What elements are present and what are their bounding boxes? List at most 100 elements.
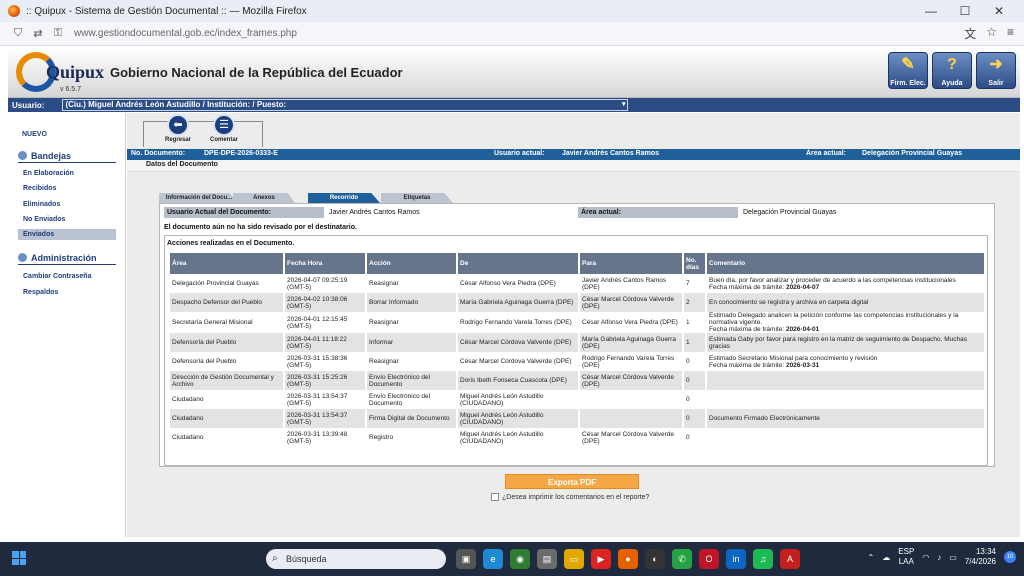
- opera-icon[interactable]: O: [699, 549, 719, 569]
- spotify-icon[interactable]: ♫: [753, 549, 773, 569]
- chrome-icon[interactable]: ◉: [510, 549, 530, 569]
- salir-label: Salir: [988, 80, 1004, 87]
- table-cell: Firma Digital de Documento: [367, 409, 456, 428]
- title-bar: :: Quipux - Sistema de Gestión Documenta…: [0, 0, 1024, 22]
- toolbar: ⬅ Regresar ☰ Comentar: [143, 114, 263, 147]
- gov-title: Gobierno Nacional de la República del Ec…: [110, 65, 403, 80]
- ayuda-button[interactable]: ? Ayuda: [932, 52, 972, 89]
- sidebar-item-cambiar-contrasena[interactable]: Cambiar Contraseña: [23, 273, 91, 280]
- table-cell: 2026-03-31 15:38:36 (GMT-5): [287, 354, 348, 369]
- chevron-up-icon[interactable]: ⌃: [868, 553, 875, 562]
- windows-start-icon[interactable]: [12, 551, 26, 565]
- export-pdf-button[interactable]: Exporta PDF: [505, 474, 639, 489]
- not-reviewed-message: El documento aún no ha sido revisado por…: [164, 224, 357, 231]
- table-row: Secretaría General Misional 2026-04-01 12…: [170, 312, 984, 333]
- volume-icon[interactable]: ♪: [937, 553, 941, 562]
- whatsapp-icon[interactable]: ✆: [672, 549, 692, 569]
- menu-icon[interactable]: ≡: [1007, 25, 1014, 42]
- table-cell: Defensoría del Pueblo: [172, 358, 237, 365]
- firefox-taskbar-icon[interactable]: ●: [618, 549, 638, 569]
- battery-icon[interactable]: ▭: [949, 553, 957, 562]
- linkedin-icon[interactable]: in: [726, 549, 746, 569]
- table-cell: Miguel Andrés León Astudillo (CIUDADANO): [460, 430, 544, 445]
- sidebar: NUEVO Bandejas En Elaboración Recibidos …: [8, 113, 126, 537]
- bullet-icon: [18, 151, 27, 160]
- user-select-value: (Ciu.) Miguel Andrés León Astudillo / In…: [65, 100, 287, 109]
- user-label: Usuario:: [12, 100, 45, 110]
- tab-informacion[interactable]: Información del Docu...: [159, 193, 239, 203]
- table-cell: Reasignar: [369, 319, 399, 326]
- notifications-badge[interactable]: 10: [1004, 551, 1016, 563]
- quipux-logo: Quipux v 6.5.7: [16, 52, 106, 94]
- acrobat-icon[interactable]: A: [780, 549, 800, 569]
- exit-icon: ➜: [989, 56, 1003, 73]
- table-cell: Dirección de Gestión Documental y Archiv…: [170, 371, 283, 390]
- current-area-value: Delegación Provincial Guayas: [862, 150, 962, 157]
- system-tray: ⌃ ☁ ESP LAA ◠ ♪ ▭ 13:34 7/4/2026 10: [868, 547, 1016, 567]
- window-title: :: Quipux - Sistema de Gestión Documenta…: [26, 5, 307, 17]
- firma-electronica-button[interactable]: ✎ Firm. Elec.: [888, 52, 928, 89]
- table-cell: Registro: [369, 434, 394, 441]
- sidebar-item-eliminados[interactable]: Eliminados: [23, 201, 60, 208]
- bookmark-star-icon[interactable]: ☆: [986, 25, 997, 42]
- task-view-icon[interactable]: ▣: [456, 549, 476, 569]
- regresar-button[interactable]: ⬅ Regresar: [158, 114, 198, 143]
- quipux-app: Quipux v 6.5.7 Gobierno Nacional de la R…: [8, 47, 1020, 537]
- table-cell: 7: [686, 280, 690, 287]
- sidebar-item-en-elaboracion[interactable]: En Elaboración: [23, 170, 74, 177]
- table-cell: 2026-04-01 12:15:45 (GMT-5): [287, 315, 348, 330]
- sidebar-item-recibidos[interactable]: Recibidos: [23, 185, 56, 192]
- current-user-label: Usuario actual:: [494, 150, 545, 157]
- youtube-icon[interactable]: ▶: [591, 549, 611, 569]
- language-indicator[interactable]: ESP LAA: [898, 547, 914, 567]
- table-cell: Reasignar: [369, 358, 399, 365]
- administracion-heading[interactable]: Administración: [18, 253, 116, 265]
- maximize-icon[interactable]: ☐: [948, 4, 982, 18]
- nuevo-link[interactable]: NUEVO: [22, 131, 47, 138]
- lock-icon[interactable]: ⚿: [50, 27, 66, 40]
- taskbar: ⌕ Búsqueda ▣ e ◉ ▤ ▭ ▶ ● ◐ ✆ O in ♫ A ⌃ …: [0, 542, 1024, 576]
- comment-cell: Documento Firmado Electrónicamente: [707, 409, 984, 428]
- bandejas-heading[interactable]: Bandejas: [18, 151, 116, 163]
- sidebar-item-enviados[interactable]: Enviados: [18, 229, 116, 240]
- edge-icon[interactable]: e: [483, 549, 503, 569]
- tab-recorrido[interactable]: Recorrido: [308, 193, 380, 203]
- taskbar-search[interactable]: ⌕ Búsqueda: [266, 549, 446, 569]
- table-cell: [580, 390, 682, 409]
- tab-etiquetas[interactable]: Etiquetas: [381, 193, 453, 203]
- shield-icon[interactable]: ⛉: [10, 27, 26, 40]
- regresar-label: Regresar: [164, 137, 191, 143]
- url-field[interactable]: www.gestiondocumental.gob.ec/index_frame…: [74, 28, 964, 39]
- table-cell: Ciudadano: [172, 434, 204, 441]
- comentar-button[interactable]: ☰ Comentar: [204, 114, 244, 143]
- comment-text: Documento Firmado Electrónicamente: [709, 415, 820, 422]
- minimize-icon[interactable]: —: [914, 4, 948, 18]
- cloud-icon[interactable]: ☁: [882, 553, 890, 562]
- table-row: Defensoría del Pueblo 2026-03-31 15:38:36…: [170, 352, 984, 371]
- lang-layout: LAA: [898, 557, 914, 566]
- version-label: v 6.5.7: [60, 86, 82, 93]
- close-icon[interactable]: ✕: [982, 4, 1016, 18]
- checkbox-icon[interactable]: [491, 493, 499, 501]
- permissions-icon[interactable]: ⇄: [30, 27, 46, 40]
- table-row: Despacho Defensor del Pueblo 2026-04-02 1…: [170, 293, 984, 312]
- tab-anexos[interactable]: Anexos: [233, 193, 295, 203]
- github-icon[interactable]: ◐: [645, 549, 665, 569]
- salir-button[interactable]: ➜ Salir: [976, 52, 1016, 89]
- user-select[interactable]: (Ciu.) Miguel Andrés León Astudillo / In…: [62, 99, 629, 111]
- current-holder-row: Usuario Actual del Documento: Javier And…: [164, 207, 988, 218]
- sidebar-item-no-enviados[interactable]: No Enviados: [23, 216, 65, 223]
- table-row: Delegación Provincial Guayas 2026-04-07 0…: [170, 274, 984, 293]
- folder-icon[interactable]: ▭: [564, 549, 584, 569]
- sidebar-item-respaldos[interactable]: Respaldos: [23, 289, 58, 296]
- table-cell: 2026-04-02 10:38:06 (GMT-5): [285, 293, 365, 312]
- doc-number-label: No. Documento:: [131, 150, 186, 157]
- store-icon[interactable]: ▤: [537, 549, 557, 569]
- print-comments-checkbox[interactable]: ¿Desea imprimir los comentarios en el re…: [491, 493, 649, 501]
- wifi-icon[interactable]: ◠: [922, 553, 929, 562]
- search-label: Búsqueda: [286, 554, 327, 564]
- translate-icon[interactable]: 文: [964, 25, 976, 42]
- table-cell: César Alfonso Vera Piedra (DPE): [582, 319, 678, 326]
- clock[interactable]: 13:34 7/4/2026: [965, 547, 996, 567]
- comment-cell: Estimada Gaby por favor para registro en…: [707, 333, 984, 352]
